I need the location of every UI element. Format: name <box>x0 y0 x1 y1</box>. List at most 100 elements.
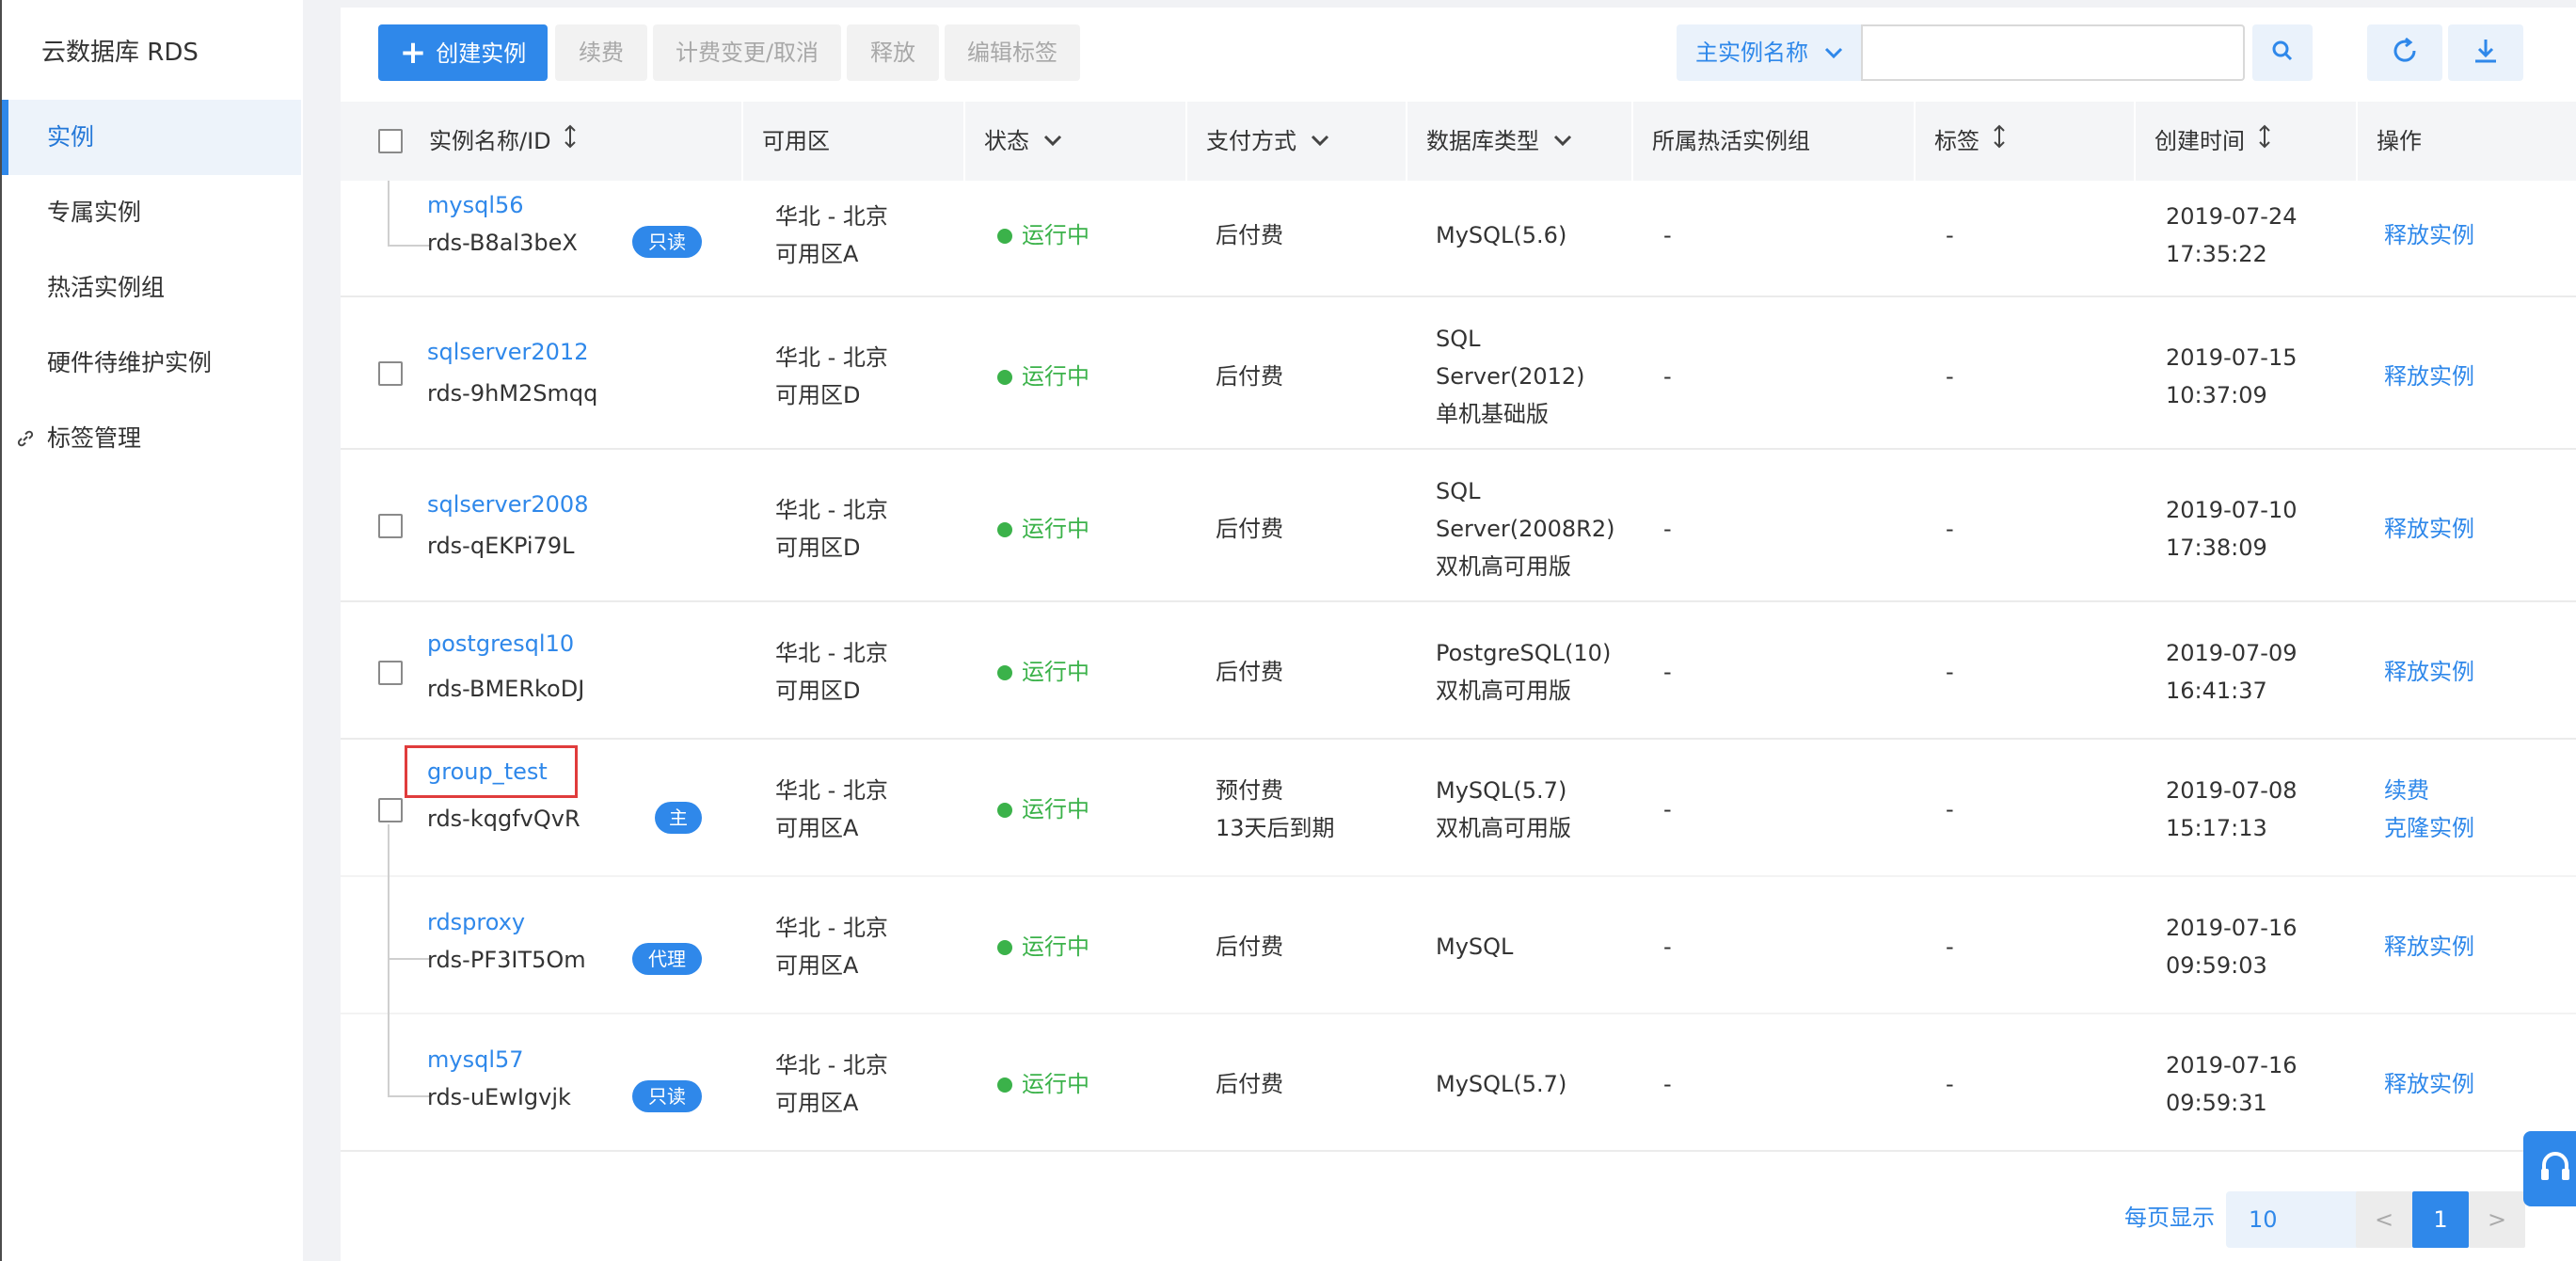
status-dot <box>997 229 1012 244</box>
search-field-select[interactable]: 主实例名称 <box>1677 24 1861 81</box>
release-instance-link[interactable]: 释放实例 <box>2384 928 2474 966</box>
zone-name: 可用区D <box>775 382 861 408</box>
table-header: 实例名称/ID 可用区 状态 支付方式 数据库类型 所属热活实例组 标签 创建时… <box>341 102 2576 181</box>
zone-region: 华北 - 北京 <box>775 1052 888 1078</box>
hot-group-value: - <box>1663 363 1672 390</box>
created-time: 09:59:31 <box>2166 1090 2267 1116</box>
sidebar-item-hot-active-group[interactable]: 热活实例组 <box>2 250 301 326</box>
tags-value: - <box>1946 796 1954 822</box>
table-row: mysql56 rds-B8al3beX 只读 华北 - 北京 可用区A 运行中… <box>341 181 2576 297</box>
sort-icon <box>1993 103 2006 182</box>
payment-type: 预付费 <box>1216 777 1283 804</box>
tree-connector <box>388 181 390 247</box>
status-dot <box>997 665 1012 680</box>
db-type: MySQL(5.7) <box>1436 777 1567 804</box>
header-db-type[interactable]: 数据库类型 <box>1407 102 1633 181</box>
instance-id: rds-B8al3beX <box>427 230 578 256</box>
sort-icon <box>2258 103 2271 182</box>
sidebar-item-tag-management[interactable]: 标签管理 <box>2 401 301 476</box>
header-created-time[interactable]: 创建时间 <box>2136 102 2358 181</box>
created-date: 2019-07-16 <box>2166 1052 2298 1078</box>
search-button[interactable] <box>2252 24 2313 81</box>
status-badge: 运行中 <box>997 790 1089 828</box>
search-input[interactable] <box>1861 24 2245 81</box>
sidebar-item-hardware-maintenance[interactable]: 硬件待维护实例 <box>2 326 301 401</box>
sort-icon <box>564 103 577 182</box>
instance-name-link[interactable]: group_test <box>427 753 548 790</box>
header-name-column[interactable]: 实例名称/ID <box>341 102 743 181</box>
sidebar-item-instances[interactable]: 实例 <box>2 100 301 175</box>
row-checkbox[interactable] <box>378 514 403 538</box>
renew-link[interactable]: 续费 <box>2384 772 2429 809</box>
edit-tags-button[interactable]: 编辑标签 <box>945 24 1080 81</box>
tags-value: - <box>1946 222 1954 248</box>
renew-button[interactable]: 续费 <box>555 24 647 81</box>
header-tags[interactable]: 标签 <box>1916 102 2136 181</box>
table-row: rdsproxy rds-PF3IT5Om 代理 华北 - 北京 可用区A 运行… <box>341 877 2576 1014</box>
release-button[interactable]: 释放 <box>847 24 939 81</box>
created-date: 2019-07-16 <box>2166 915 2298 941</box>
payment-type: 后付费 <box>1216 222 1283 248</box>
customer-service-button[interactable] <box>2523 1131 2576 1206</box>
release-instance-link[interactable]: 释放实例 <box>2384 1065 2474 1103</box>
hot-group-value: - <box>1663 796 1672 822</box>
instance-name-link[interactable]: mysql56 <box>427 186 524 224</box>
created-time: 17:35:22 <box>2166 241 2267 267</box>
clone-instance-link[interactable]: 克隆实例 <box>2384 809 2474 847</box>
download-button[interactable] <box>2448 24 2523 81</box>
hot-group-value: - <box>1663 516 1672 542</box>
payment-type: 后付费 <box>1216 934 1283 960</box>
expiry-info: 13天后到期 <box>1216 815 1335 841</box>
instance-name-link[interactable]: mysql57 <box>427 1041 524 1078</box>
row-checkbox[interactable] <box>378 798 403 822</box>
sidebar-item-dedicated-instances[interactable]: 专属实例 <box>2 175 301 250</box>
db-type: PostgreSQL(10) <box>1436 640 1612 666</box>
status-badge: 运行中 <box>997 1065 1089 1103</box>
payment-type: 后付费 <box>1216 516 1283 542</box>
header-payment[interactable]: 支付方式 <box>1187 102 1407 181</box>
refresh-icon <box>2390 36 2420 70</box>
toolbar: + 创建实例 续费 计费变更/取消 释放 编辑标签 主实例名称 <box>341 8 2576 102</box>
create-instance-button[interactable]: + 创建实例 <box>378 24 548 81</box>
payment-type: 后付费 <box>1216 363 1283 390</box>
zone-name: 可用区A <box>775 241 859 267</box>
prev-page-button[interactable]: < <box>2356 1191 2412 1248</box>
db-type-version: Server(2008R2) <box>1436 516 1615 542</box>
header-status[interactable]: 状态 <box>965 102 1187 181</box>
instance-name-link[interactable]: postgresql10 <box>427 625 574 662</box>
tree-connector <box>388 245 431 247</box>
hot-group-value: - <box>1663 222 1672 248</box>
release-instance-link[interactable]: 释放实例 <box>2384 510 2474 548</box>
created-date: 2019-07-24 <box>2166 203 2298 230</box>
release-instance-link[interactable]: 释放实例 <box>2384 653 2474 691</box>
row-checkbox[interactable] <box>378 661 403 685</box>
tree-connector <box>388 1014 390 1097</box>
instance-name-link[interactable]: sqlserver2008 <box>427 486 588 523</box>
header-actions: 操作 <box>2377 128 2422 154</box>
row-checkbox[interactable] <box>378 361 403 386</box>
tags-value: - <box>1946 659 1954 685</box>
release-instance-link[interactable]: 释放实例 <box>2384 216 2474 254</box>
tree-connector <box>388 1095 431 1097</box>
chevron-down-icon <box>1552 103 1573 182</box>
created-date: 2019-07-08 <box>2166 777 2298 804</box>
instance-id: rds-9hM2Smqq <box>427 380 598 407</box>
zone-region: 华北 - 北京 <box>775 344 888 371</box>
status-dot <box>997 370 1012 385</box>
zone-region: 华北 - 北京 <box>775 640 888 666</box>
billing-change-button[interactable]: 计费变更/取消 <box>653 24 841 81</box>
zone-region: 华北 - 北京 <box>775 777 888 804</box>
instance-name-link[interactable]: sqlserver2012 <box>427 333 588 371</box>
read-only-badge: 只读 <box>632 226 702 258</box>
refresh-button[interactable] <box>2367 24 2442 81</box>
sidebar-title: 云数据库 RDS <box>41 39 199 67</box>
select-all-checkbox[interactable] <box>378 129 403 153</box>
chevron-down-icon <box>1823 24 1844 102</box>
page-1-button[interactable]: 1 <box>2412 1191 2469 1248</box>
instance-name-link[interactable]: rdsproxy <box>427 903 525 941</box>
table-row: group_test rds-kqgfvQvR 主 华北 - 北京 可用区A 运… <box>341 740 2576 877</box>
next-page-button[interactable]: > <box>2469 1191 2525 1248</box>
tree-connector <box>388 958 431 960</box>
release-instance-link[interactable]: 释放实例 <box>2384 358 2474 395</box>
search-icon <box>2270 39 2295 67</box>
